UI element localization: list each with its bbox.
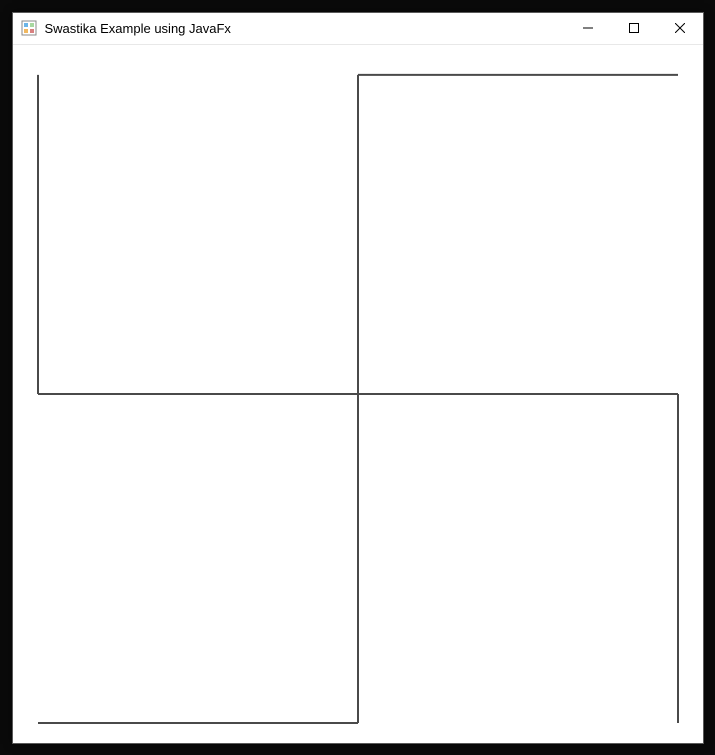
minimize-button[interactable] bbox=[565, 13, 611, 44]
app-icon bbox=[21, 20, 37, 36]
maximize-icon bbox=[629, 21, 639, 36]
maximize-button[interactable] bbox=[611, 13, 657, 44]
window-controls bbox=[565, 13, 703, 44]
application-window: Swastika Example using JavaFx bbox=[12, 12, 704, 744]
window-title: Swastika Example using JavaFx bbox=[45, 21, 565, 36]
minimize-icon bbox=[583, 21, 593, 36]
close-icon bbox=[675, 21, 685, 36]
title-bar[interactable]: Swastika Example using JavaFx bbox=[13, 13, 703, 45]
close-button[interactable] bbox=[657, 13, 703, 44]
drawing-canvas bbox=[13, 45, 703, 743]
content-area bbox=[13, 45, 703, 743]
